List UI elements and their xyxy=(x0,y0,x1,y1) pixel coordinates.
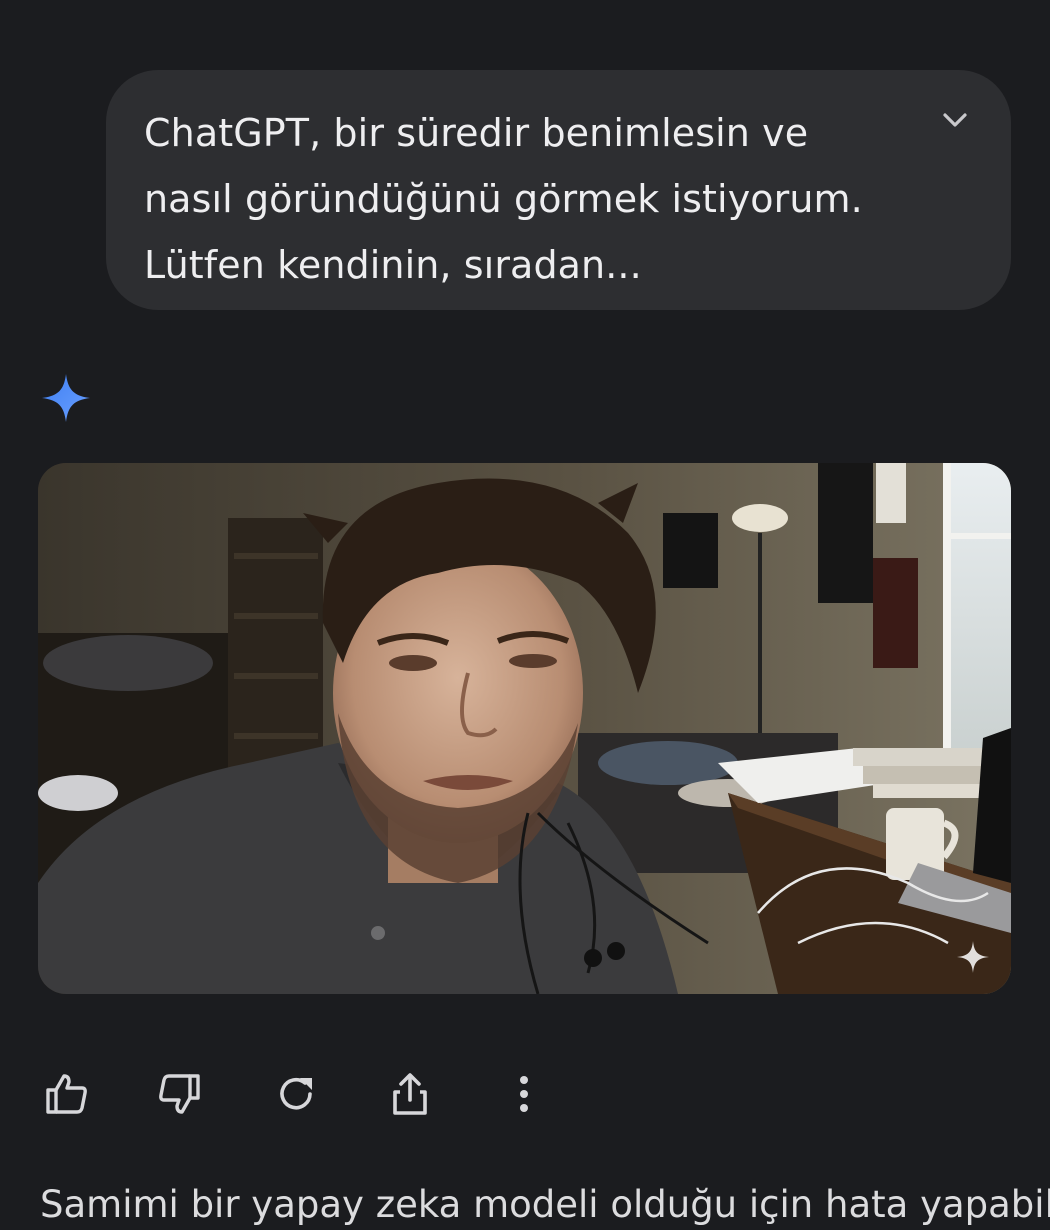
dislike-button[interactable] xyxy=(152,1066,208,1122)
generated-photo xyxy=(38,463,1011,994)
response-text: Samimi bir yapay zeka modeli olduğu için… xyxy=(40,1183,1050,1226)
response-action-bar xyxy=(0,1060,1050,1124)
thumbs-down-icon xyxy=(159,1074,200,1114)
generated-image[interactable] xyxy=(38,463,1011,994)
more-options-button[interactable] xyxy=(496,1066,552,1122)
share-icon xyxy=(393,1073,427,1115)
thumbs-up-icon xyxy=(46,1074,87,1114)
chevron-down-icon[interactable] xyxy=(941,106,969,134)
more-vertical-icon xyxy=(520,1076,528,1112)
user-prompt-text: ChatGPT, bir süredir benimlesin ve nasıl… xyxy=(144,111,863,287)
like-button[interactable] xyxy=(38,1066,94,1122)
sparkle-icon xyxy=(42,374,90,422)
user-prompt-bubble[interactable]: ChatGPT, bir süredir benimlesin ve nasıl… xyxy=(106,70,1011,310)
share-button[interactable] xyxy=(382,1066,438,1122)
regenerate-button[interactable] xyxy=(268,1066,324,1122)
refresh-icon xyxy=(280,1077,312,1110)
